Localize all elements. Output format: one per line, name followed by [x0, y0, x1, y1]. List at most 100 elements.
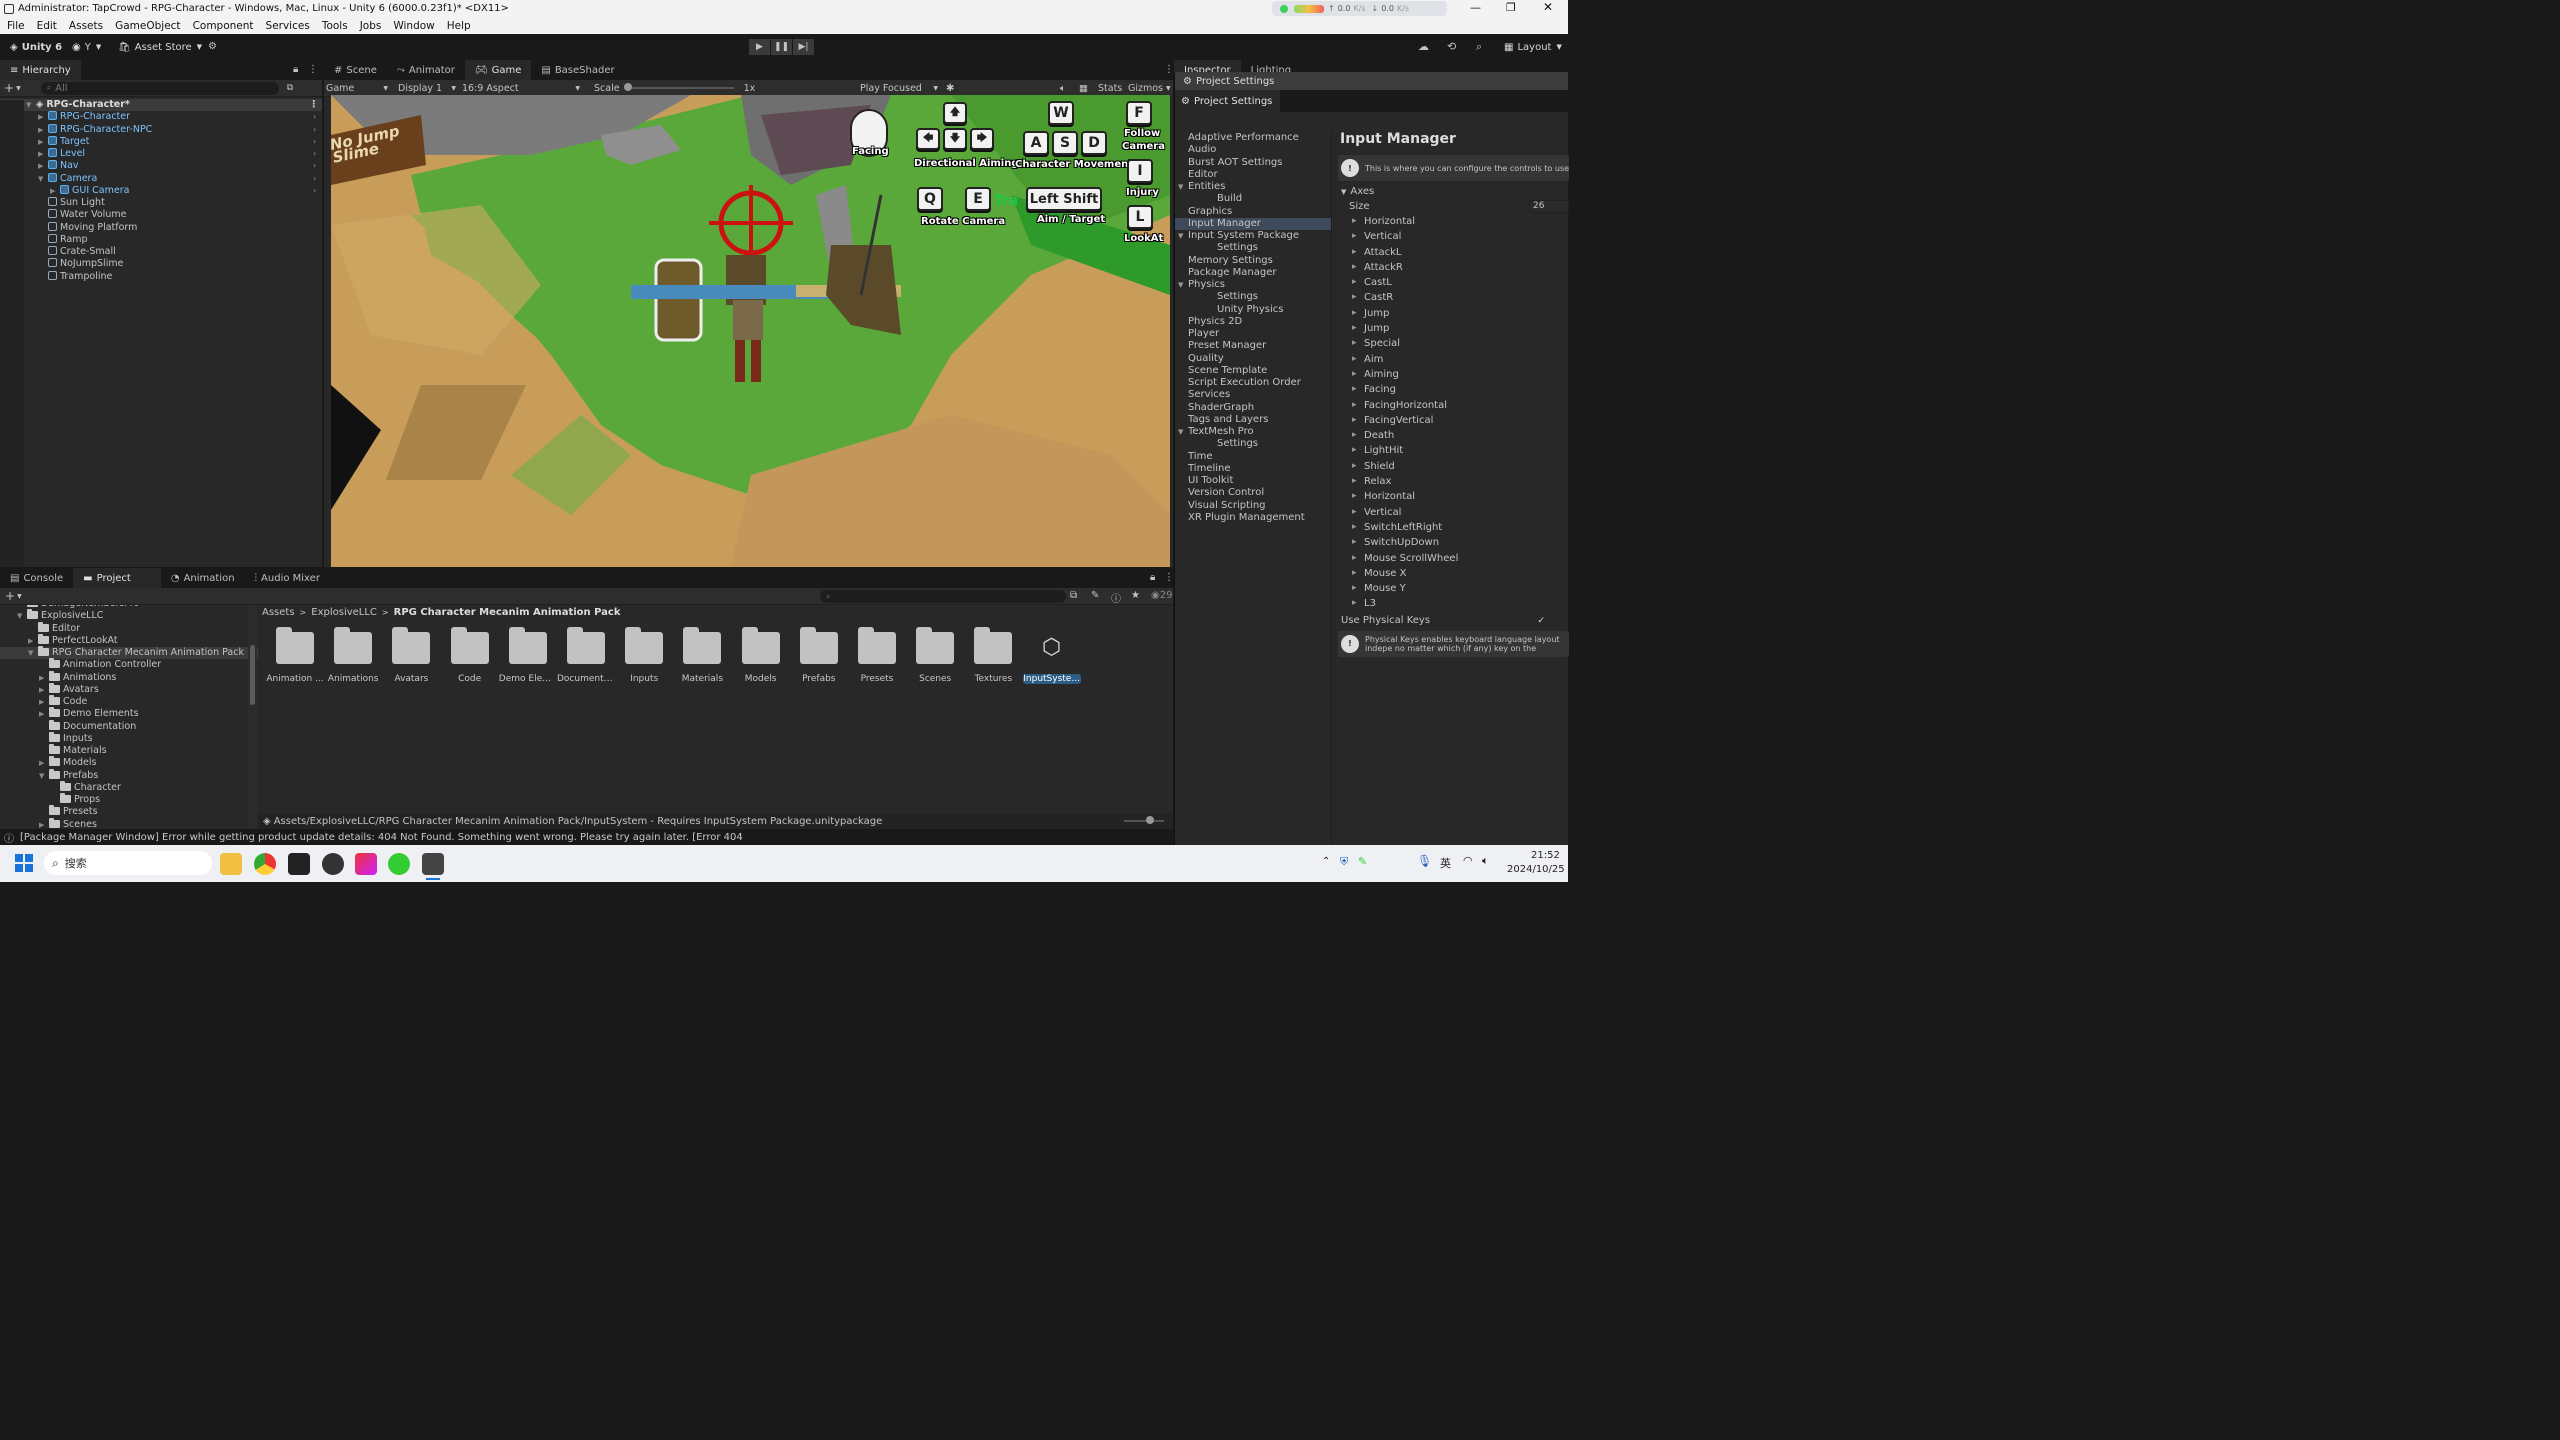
cloud-icon[interactable]: ☁ — [1418, 40, 1429, 53]
tray-chevron-up-icon[interactable]: ⌃ — [1322, 856, 1330, 867]
asset-folder[interactable]: Animation ... — [266, 627, 324, 684]
chevron-right-icon[interactable]: ▶ — [39, 684, 49, 696]
settings-category-item[interactable]: Tags and Layers — [1175, 414, 1331, 426]
chevron-right-icon[interactable]: ▶ — [38, 160, 48, 172]
settings-category-item[interactable]: Quality — [1175, 353, 1331, 365]
maximize-button[interactable]: ❐ — [1506, 1, 1516, 14]
axis-foldout[interactable]: Special — [1350, 336, 1569, 352]
settings-category-item[interactable]: ▼ Input System Package — [1175, 230, 1331, 242]
filter-by-type-icon[interactable]: ⧉ — [1070, 590, 1077, 601]
hierarchy-search-input[interactable]: ⌕ All — [40, 81, 279, 95]
breadcrumb-explosivellc[interactable]: ExplosiveLLC — [311, 607, 377, 618]
asset-folder[interactable]: Textures — [964, 627, 1022, 684]
rider-app-icon[interactable] — [355, 853, 377, 875]
asset-store-dropdown[interactable]: 🛍 Asset Store ▼ — [112, 38, 208, 56]
hierarchy-item[interactable]: ▼ Camera › — [0, 172, 322, 185]
volume-icon[interactable]: 🔈︎ — [1482, 854, 1489, 868]
chevron-down-icon[interactable]: ▼ — [1178, 230, 1183, 242]
asset-unity-package[interactable]: ⬡ InputSyste... — [1022, 632, 1081, 684]
game-mode-dropdown[interactable]: Game ▼ — [324, 83, 390, 94]
icon-size-slider[interactable] — [1124, 816, 1164, 824]
chevron-right-icon[interactable]: ▶ — [39, 819, 49, 830]
axis-foldout[interactable]: SwitchUpDown — [1350, 535, 1569, 551]
hierarchy-item[interactable]: ▶ GUI Camera › — [0, 184, 322, 197]
menu-component[interactable]: Component — [187, 20, 260, 32]
history-icon[interactable]: ⟲ — [1447, 40, 1456, 53]
aspect-dropdown[interactable]: 16:9 Aspect ▼ — [462, 83, 580, 94]
project-tree-item[interactable]: Presets — [0, 805, 258, 818]
stats-button[interactable]: Stats — [1098, 83, 1122, 94]
asset-folder[interactable]: Code — [441, 627, 499, 684]
menu-help[interactable]: Help — [441, 20, 477, 32]
gizmo-grid-icon[interactable]: ▦ — [1079, 83, 1088, 94]
settings-category-item[interactable]: Build — [1175, 193, 1331, 205]
settings-category-item[interactable]: ShaderGraph — [1175, 402, 1331, 414]
unity-hub-icon[interactable] — [422, 853, 444, 875]
settings-category-item[interactable]: Editor — [1175, 169, 1331, 181]
project-tree-item[interactable]: Inputs — [0, 731, 258, 745]
chevron-right-icon[interactable]: › — [313, 148, 316, 160]
axis-foldout[interactable]: Aiming — [1350, 367, 1569, 383]
settings-category-item[interactable]: Settings — [1175, 242, 1331, 254]
settings-category-item[interactable]: XR Plugin Management — [1175, 512, 1331, 524]
axis-foldout[interactable]: Aim — [1350, 352, 1569, 368]
axis-foldout[interactable]: FacingHorizontal — [1350, 398, 1569, 414]
axis-foldout[interactable]: Jump — [1350, 321, 1569, 337]
axis-foldout[interactable]: Shield — [1350, 459, 1569, 475]
kebab-menu-icon[interactable]: ⋮ — [1164, 572, 1174, 583]
hierarchy-item[interactable]: Sun Light — [0, 197, 322, 209]
chevron-down-icon[interactable]: ▼ — [39, 770, 49, 782]
play-button[interactable]: ▶ — [749, 39, 770, 55]
tab-scene[interactable]: # Scene — [324, 60, 387, 80]
settings-category-item[interactable]: Script Execution Order — [1175, 377, 1331, 389]
project-tree-item[interactable]: Character — [0, 780, 258, 794]
tab-console[interactable]: ▤ Console — [0, 568, 73, 588]
hierarchy-item[interactable]: NoJumpSlime — [0, 258, 322, 270]
asset-folder[interactable]: Animations — [324, 627, 382, 684]
axis-foldout[interactable]: Facing — [1350, 382, 1569, 398]
settings-category-item[interactable]: Settings — [1175, 291, 1331, 303]
chevron-right-icon[interactable]: › — [313, 136, 316, 148]
menu-gameobject[interactable]: GameObject — [109, 20, 186, 32]
play-focused-dropdown[interactable]: Play Focused ▼ — [860, 83, 938, 94]
project-tree-item[interactable]: ▶ Animations — [0, 670, 258, 684]
settings-category-item[interactable]: Graphics — [1175, 206, 1331, 218]
filter-by-label-icon[interactable]: ✎ — [1091, 590, 1099, 601]
axis-foldout[interactable]: LightHit — [1350, 443, 1569, 459]
axis-foldout[interactable]: Horizontal — [1350, 489, 1569, 505]
layout-dropdown[interactable]: ▦ Layout ▼ — [1498, 38, 1568, 56]
settings-category-item[interactable]: Preset Manager — [1175, 340, 1331, 352]
tab-hierarchy[interactable]: ≡ Hierarchy — [0, 60, 81, 80]
settings-category-item[interactable]: ▼ TextMesh Pro — [1175, 426, 1331, 438]
menu-tools[interactable]: Tools — [316, 20, 354, 32]
scene-filter-icon[interactable]: ⧉ — [287, 83, 293, 93]
chrome-icon[interactable] — [254, 853, 276, 875]
hierarchy-item[interactable]: ▶ Nav › — [0, 160, 322, 172]
hierarchy-item[interactable]: Ramp — [0, 233, 322, 246]
settings-category-item[interactable]: Unity Physics — [1175, 304, 1331, 316]
axis-foldout[interactable]: Horizontal — [1350, 214, 1569, 230]
settings-category-item[interactable]: Package Manager — [1175, 267, 1331, 279]
project-tree-item[interactable]: ▼ Prefabs — [0, 768, 258, 782]
axes-size-field[interactable]: 26 — [1529, 200, 1569, 213]
menu-services[interactable]: Services — [260, 20, 316, 32]
project-search-input[interactable]: ⌕ — [820, 590, 1066, 603]
chevron-right-icon[interactable]: ▶ — [50, 185, 60, 197]
project-tree-item[interactable]: Editor — [0, 621, 258, 635]
project-tree-item[interactable]: Materials — [0, 744, 258, 757]
hierarchy-item[interactable]: Crate-Small — [0, 246, 322, 258]
project-tree-item[interactable]: ▼ RPG Character Mecanim Animation Pack — [0, 646, 258, 660]
axes-foldout[interactable]: ▼ Axes — [1338, 184, 1569, 199]
breadcrumb-assets[interactable]: Assets — [262, 607, 295, 618]
clock-date[interactable]: 2024/10/25 — [1507, 864, 1565, 875]
asset-folder[interactable]: Prefabs — [790, 627, 848, 684]
minimize-button[interactable]: — — [1470, 1, 1481, 14]
warning-filter-icon[interactable]: ⓘ — [1111, 590, 1121, 605]
breadcrumb-current[interactable]: RPG Character Mecanim Animation Pack — [394, 607, 621, 618]
settings-category-item[interactable]: Scene Template — [1175, 365, 1331, 377]
chevron-down-icon[interactable]: ▼ — [28, 647, 38, 659]
chevron-down-icon[interactable]: ▼ — [1166, 85, 1171, 92]
close-window-button[interactable]: ✕ — [1543, 0, 1553, 14]
tab-game[interactable]: 🎮︎ Game — [464, 60, 532, 80]
tab-audio-mixer[interactable]: ⫶ Audio Mixer — [245, 568, 330, 588]
